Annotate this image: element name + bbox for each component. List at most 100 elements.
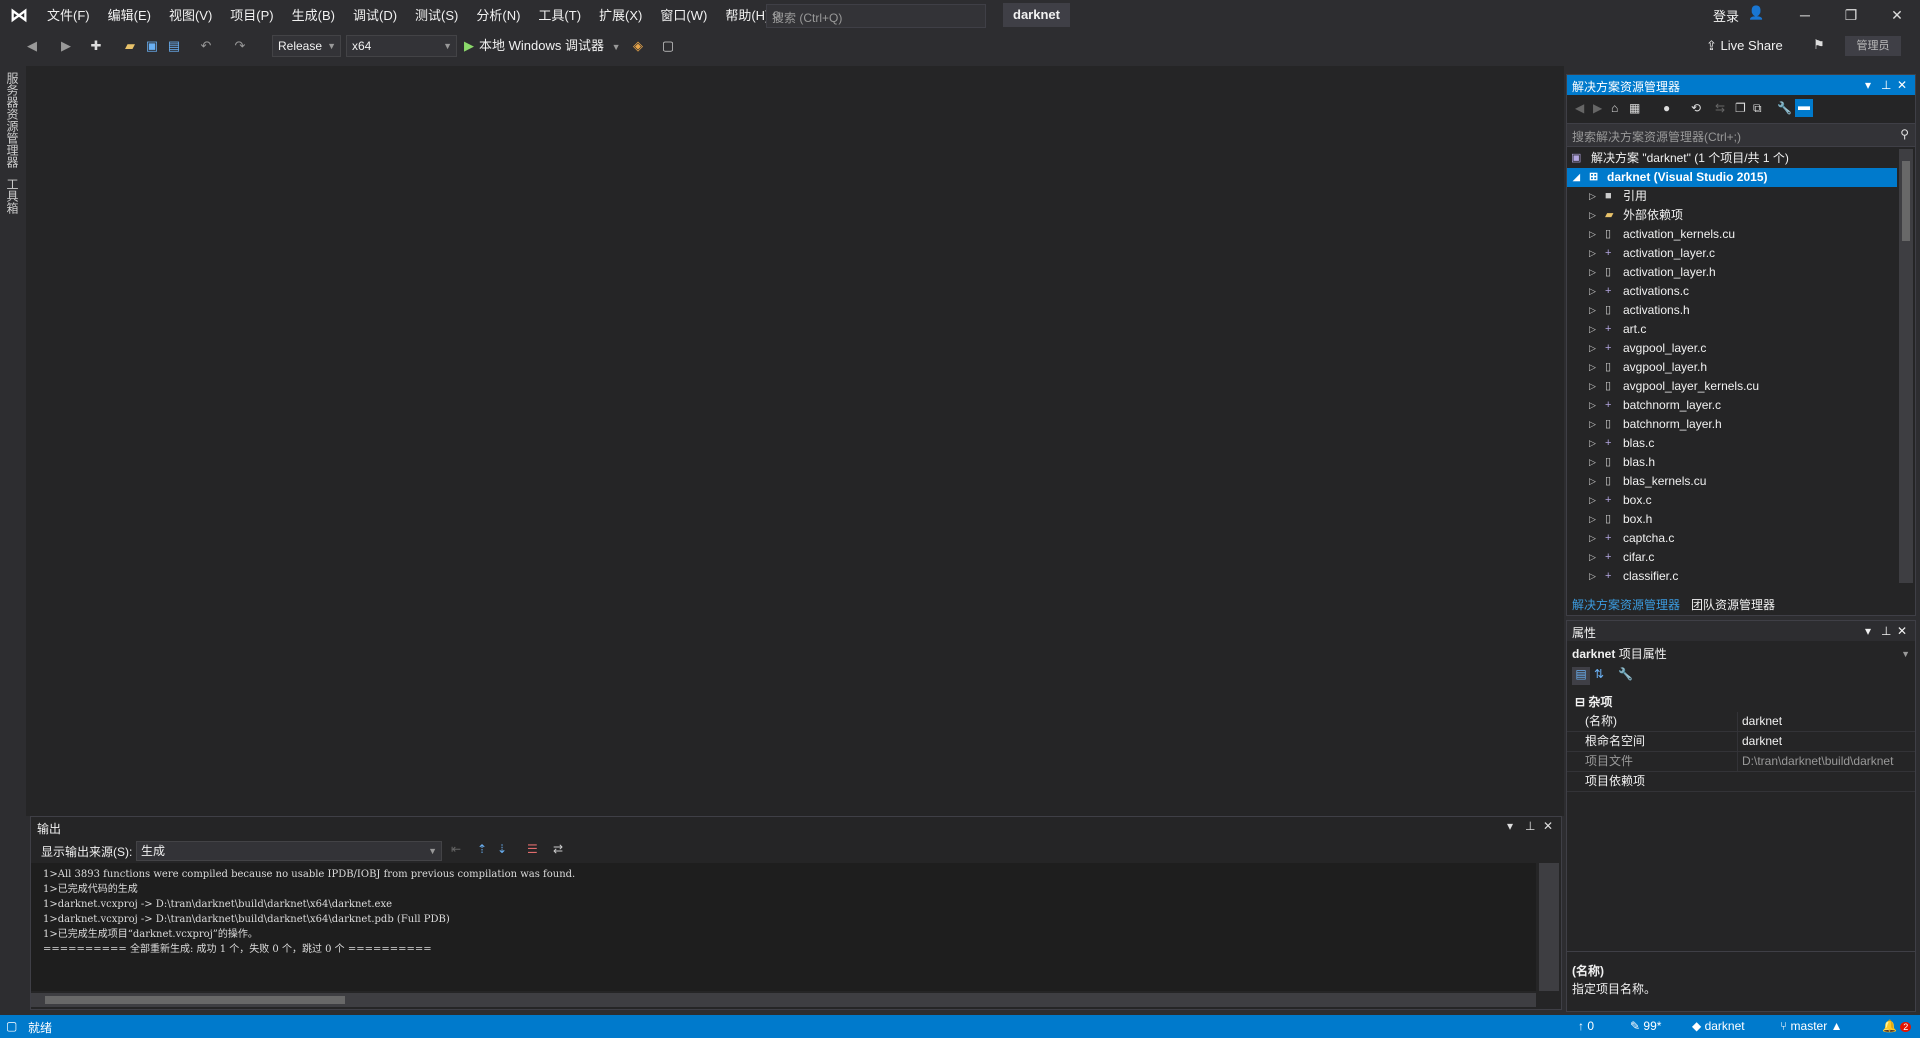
back-icon[interactable]: ◀ <box>1575 101 1584 115</box>
tree-item[interactable]: ▷ ▯ activation_layer.h <box>1567 263 1897 282</box>
sign-in-link[interactable]: 登录 <box>1713 6 1739 25</box>
properties-object-selector[interactable]: darknet 项目属性 ▼ <box>1572 645 1910 663</box>
window-position-dropdown-icon[interactable]: ▾ <box>1865 624 1871 638</box>
tree-item[interactable]: ▷ + cifar.c <box>1567 548 1897 567</box>
expand-arrow-icon[interactable]: ▷ <box>1589 567 1596 583</box>
property-row[interactable]: (名称) darknet <box>1567 712 1915 732</box>
expand-arrow-icon[interactable]: ▷ <box>1589 510 1596 529</box>
expand-arrow-icon[interactable]: ▷ <box>1589 548 1596 567</box>
menu-file[interactable]: 文件(F) <box>38 0 99 30</box>
menu-tools[interactable]: 工具(T) <box>529 0 590 30</box>
open-file-icon[interactable]: ▰ <box>122 38 138 54</box>
property-value[interactable]: darknet <box>1737 732 1920 751</box>
tree-item[interactable]: ▷ + activations.c <box>1567 282 1897 301</box>
save-all-icon[interactable]: ▤ <box>166 38 182 54</box>
expand-arrow-icon[interactable]: ▷ <box>1589 472 1596 491</box>
collapse-box-icon[interactable]: ⊟ <box>1575 695 1585 709</box>
tree-item-project[interactable]: ◢ ⊞ darknet (Visual Studio 2015) <box>1567 168 1897 187</box>
solution-platform-dropdown[interactable]: x64 ▼ <box>346 35 457 57</box>
expand-arrow-icon[interactable]: ▷ <box>1589 396 1596 415</box>
tree-item[interactable]: ▷ ▯ box.h <box>1567 510 1897 529</box>
properties-wrench-icon[interactable]: 🔧 <box>1777 101 1792 115</box>
preview-selected-icon[interactable]: ▬ <box>1795 99 1813 117</box>
tree-item[interactable]: ▷ ▯ avgpool_layer_kernels.cu <box>1567 377 1897 396</box>
property-row[interactable]: 项目文件 D:\tran\darknet\build\darknet <box>1567 752 1915 772</box>
word-wrap-icon[interactable]: ⇄ <box>553 842 563 856</box>
tree-item[interactable]: ▷ + captcha.c <box>1567 529 1897 548</box>
menu-debug[interactable]: 调试(D) <box>344 0 406 30</box>
navigate-back-icon[interactable]: ◀ <box>24 38 40 54</box>
close-window-button[interactable]: ✕ <box>1874 0 1920 30</box>
repository-selector[interactable]: ◆ darknet <box>1692 1019 1745 1033</box>
expand-arrow-icon[interactable]: ▷ <box>1589 529 1596 548</box>
tree-item[interactable]: ▷ + box.c <box>1567 491 1897 510</box>
expand-arrow-icon[interactable]: ▷ <box>1589 282 1596 301</box>
tree-item[interactable]: ▷ ▯ blas.h <box>1567 453 1897 472</box>
expand-arrow-icon[interactable]: ▷ <box>1589 415 1596 434</box>
tree-item[interactable]: ▷ ▯ batchnorm_layer.h <box>1567 415 1897 434</box>
tab-solution-explorer[interactable]: 解决方案资源管理器 <box>1572 596 1680 613</box>
sync-icon[interactable]: ● <box>1663 101 1670 115</box>
output-source-dropdown[interactable]: 生成 ▼ <box>136 841 442 861</box>
property-value[interactable]: darknet <box>1737 712 1920 731</box>
categorized-icon[interactable]: ▤ <box>1572 667 1590 685</box>
expand-arrow-icon[interactable]: ▷ <box>1589 187 1596 206</box>
save-icon[interactable]: ▣ <box>144 38 160 54</box>
close-icon[interactable]: ✕ <box>1897 624 1907 638</box>
close-icon[interactable]: ✕ <box>1897 78 1907 92</box>
feedback-icon[interactable]: ⚑ <box>1813 37 1825 53</box>
output-text-area[interactable]: 1>All 3893 functions were compiled becau… <box>31 863 1536 991</box>
menu-analyze[interactable]: 分析(N) <box>467 0 529 30</box>
solution-explorer-search[interactable]: 搜索解决方案资源管理器(Ctrl+;) ⚲ <box>1567 123 1915 147</box>
tree-item[interactable]: ▷ ▯ avgpool_layer.h <box>1567 358 1897 377</box>
solution-configuration-dropdown[interactable]: Release ▼ <box>272 35 341 57</box>
quick-launch-search[interactable]: 搜索 (Ctrl+Q) ⚲ <box>766 4 986 28</box>
close-icon[interactable]: ✕ <box>1543 819 1553 833</box>
collapse-all-icon[interactable]: ❐ <box>1735 101 1746 115</box>
window-position-dropdown-icon[interactable]: ▾ <box>1865 78 1871 92</box>
collapse-arrow-icon[interactable]: ◢ <box>1573 168 1580 187</box>
tab-toolbox[interactable]: 工具箱 <box>4 178 21 214</box>
start-debugging-button[interactable]: ▶ 本地 Windows 调试器 ▼ <box>464 35 621 57</box>
tree-item[interactable]: ▷ + art.c <box>1567 320 1897 339</box>
switch-views-icon[interactable]: ▦ <box>1629 101 1640 115</box>
redo-icon[interactable]: ↷ <box>232 38 248 54</box>
tree-item[interactable]: ▷ + blas.c <box>1567 434 1897 453</box>
menu-test[interactable]: 测试(S) <box>406 0 467 30</box>
forward-icon[interactable]: ▶ <box>1593 101 1602 115</box>
tree-item[interactable]: ▷ ▯ activation_kernels.cu <box>1567 225 1897 244</box>
show-all-files-icon[interactable]: ⧉ <box>1753 101 1762 116</box>
tree-item-solution[interactable]: ▣ 解决方案 "darknet" (1 个项目/共 1 个) <box>1567 149 1897 168</box>
output-vertical-scrollbar[interactable] <box>1539 863 1559 991</box>
tree-item[interactable]: ▷ ▯ activations.h <box>1567 301 1897 320</box>
tree-item[interactable]: ▷ ▰ 外部依赖项 <box>1567 206 1897 225</box>
pending-changes[interactable]: ✎ 99* <box>1630 1019 1661 1033</box>
notifications-button[interactable]: 🔔 2 <box>1882 1019 1912 1033</box>
menu-view[interactable]: 视图(V) <box>160 0 221 30</box>
menu-extensions[interactable]: 扩展(X) <box>590 0 651 30</box>
menu-window[interactable]: 窗口(W) <box>651 0 716 30</box>
navigate-forward-icon[interactable]: ▶ <box>58 38 74 54</box>
restore-button[interactable]: ❐ <box>1828 0 1874 30</box>
expand-arrow-icon[interactable]: ▷ <box>1589 453 1596 472</box>
scrollbar-thumb[interactable] <box>45 996 345 1004</box>
browser-link-icon[interactable]: ◈ <box>630 38 646 54</box>
property-pages-icon[interactable]: 🔧 <box>1618 667 1633 681</box>
expand-arrow-icon[interactable]: ▷ <box>1589 206 1596 225</box>
expand-arrow-icon[interactable]: ▷ <box>1589 358 1596 377</box>
scrollbar-thumb[interactable] <box>1902 161 1910 241</box>
alphabetical-icon[interactable]: ⇅ <box>1594 667 1604 681</box>
user-icon[interactable]: 👤 <box>1748 5 1764 21</box>
tree-item[interactable]: ▷ ▯ blas_kernels.cu <box>1567 472 1897 491</box>
refresh-icon[interactable]: ⇆ <box>1715 101 1725 115</box>
pin-icon[interactable]: ⊥ <box>1881 624 1891 638</box>
expand-arrow-icon[interactable]: ▷ <box>1589 320 1596 339</box>
tree-item[interactable]: ▷ + batchnorm_layer.c <box>1567 396 1897 415</box>
expand-arrow-icon[interactable]: ▷ <box>1589 301 1596 320</box>
expand-arrow-icon[interactable]: ▷ <box>1589 377 1596 396</box>
find-message-icon[interactable]: ⇤ <box>451 842 461 856</box>
new-project-icon[interactable]: ✚ <box>88 38 104 54</box>
tree-item[interactable]: ▷ ■ 引用 <box>1567 187 1897 206</box>
prev-message-icon[interactable]: ⇡ <box>477 842 487 856</box>
branch-selector[interactable]: ⑂ master ▲ <box>1780 1019 1842 1033</box>
